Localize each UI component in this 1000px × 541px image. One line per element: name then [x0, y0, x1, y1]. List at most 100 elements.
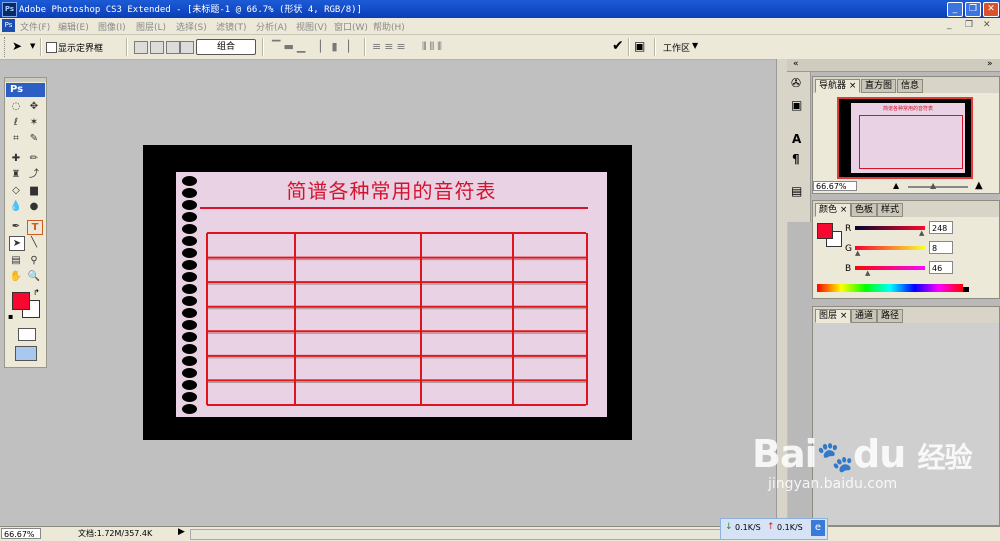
menu-view[interactable]: 视图(V) [296, 20, 327, 33]
green-slider-thumb[interactable]: ▲ [855, 249, 860, 257]
character-panel-icon[interactable]: A [792, 132, 801, 146]
navigator-preview[interactable]: 简谱各种常用的音符表 [837, 97, 973, 179]
menu-edit[interactable]: 编辑(E) [58, 20, 89, 33]
menu-file[interactable]: 文件(F) [20, 20, 50, 33]
color-spectrum-bar[interactable] [817, 284, 963, 292]
exclude-area-icon[interactable] [180, 41, 194, 54]
paragraph-panel-icon[interactable]: ¶ [792, 152, 800, 166]
zoom-tool-icon[interactable]: 🔍 [27, 270, 41, 283]
zoom-in-icon[interactable]: ▲ [975, 180, 983, 191]
tab-layers[interactable]: 图层 × [815, 309, 852, 323]
layer-comps-icon[interactable]: ▤ [791, 184, 802, 198]
layers-list[interactable] [813, 323, 999, 525]
restore-button[interactable]: ❐ [965, 2, 981, 17]
dodge-tool-icon[interactable]: ● [27, 200, 41, 213]
menu-analysis[interactable]: 分析(A) [256, 20, 287, 33]
zoom-slider-thumb[interactable]: ▲ [930, 181, 936, 190]
move-tool-icon[interactable]: ✥ [27, 100, 41, 113]
eraser-tool-icon[interactable]: ◇ [9, 184, 23, 197]
history-brush-tool-icon[interactable]: ⤴ [27, 168, 41, 181]
tool-preset-dropdown-icon[interactable]: ▼ [30, 42, 35, 50]
notes-tool-icon[interactable]: ▤ [9, 254, 23, 267]
red-value-field[interactable]: 248 [929, 221, 953, 234]
tab-swatches[interactable]: 色板 [851, 203, 878, 217]
path-select-tool-icon[interactable]: ➤ [12, 39, 22, 53]
tab-navigator[interactable]: 导航器 × [815, 79, 861, 93]
add-area-icon[interactable] [134, 41, 148, 54]
type-tool-icon[interactable]: T [27, 220, 43, 235]
workspace-button[interactable]: 工作区 [663, 41, 690, 54]
tool-presets-icon[interactable]: ▣ [791, 98, 802, 112]
lasso-tool-icon[interactable]: ℓ [9, 116, 23, 129]
pen-tool-icon[interactable]: ✒ [9, 220, 23, 233]
tab-info[interactable]: 信息 [897, 79, 924, 93]
doc-minimize-icon[interactable]: _ [947, 20, 952, 30]
align-left-icons[interactable]: ▏▮▕ [320, 40, 352, 53]
menu-select[interactable]: 选择(S) [176, 20, 207, 33]
clone-stamp-tool-icon[interactable]: ♜ [9, 168, 23, 181]
intersect-area-icon[interactable] [166, 41, 180, 54]
ie-icon[interactable]: e [811, 520, 825, 536]
workspace-dropdown-icon[interactable]: ▼ [692, 41, 698, 50]
palette-well-icon[interactable]: ▣ [634, 39, 645, 53]
gradient-tool-icon[interactable]: ▆ [27, 184, 41, 197]
line-tool-icon[interactable]: ╲ [27, 236, 41, 249]
eyedropper-tool-icon[interactable]: ⚲ [27, 254, 41, 267]
blur-tool-icon[interactable]: 💧 [9, 200, 23, 213]
blue-slider-thumb[interactable]: ▲ [865, 269, 870, 277]
tab-channels[interactable]: 通道 [851, 309, 878, 323]
zoom-out-icon[interactable]: ▲ [893, 181, 899, 190]
screen-mode-icon[interactable] [15, 346, 37, 361]
document-icon[interactable]: Ps [2, 19, 15, 32]
foreground-color-swatch[interactable] [12, 292, 30, 310]
red-slider[interactable] [855, 226, 925, 230]
healing-brush-tool-icon[interactable]: ✚ [9, 152, 23, 165]
subtract-area-icon[interactable] [150, 41, 164, 54]
expand-dock-icon[interactable]: » [987, 59, 993, 69]
minimize-button[interactable]: _ [947, 2, 963, 17]
tab-histogram[interactable]: 直方图 [861, 79, 897, 93]
crop-tool-icon[interactable]: ⌗ [9, 132, 23, 145]
show-bounds-checkbox[interactable] [46, 42, 57, 53]
status-menu-arrow-icon[interactable]: ▶ [178, 527, 185, 537]
menu-layer[interactable]: 图层(L) [136, 20, 166, 33]
hand-tool-icon[interactable]: ✋ [9, 270, 23, 283]
red-slider-thumb[interactable]: ▲ [919, 229, 924, 237]
combine-button[interactable]: 组合 [196, 39, 256, 55]
close-button[interactable]: ✕ [983, 2, 999, 17]
toolbox-ps-badge[interactable]: Ps [6, 83, 45, 97]
collapse-dock-icon[interactable]: « [793, 59, 799, 69]
toolbox-grip[interactable] [5, 78, 46, 82]
zoom-slider-track[interactable] [908, 186, 968, 188]
green-value-field[interactable]: 8 [929, 241, 953, 254]
doc-restore-icon[interactable]: ❐ [965, 20, 973, 30]
swap-colors-icon[interactable]: ↱ [33, 288, 40, 297]
black-swatch[interactable] [963, 287, 969, 292]
status-zoom-field[interactable]: 66.67% [1, 528, 41, 539]
magic-wand-tool-icon[interactable]: ✶ [27, 116, 41, 129]
quick-mask-icon[interactable] [18, 328, 36, 341]
doc-close-icon[interactable]: ✕ [983, 20, 991, 30]
brush-tool-icon[interactable]: ✏ [27, 152, 41, 165]
green-slider[interactable] [855, 246, 925, 250]
menu-filter[interactable]: 滤镜(T) [216, 20, 247, 33]
blue-value-field[interactable]: 46 [929, 261, 953, 274]
menu-image[interactable]: 图像(I) [98, 20, 126, 33]
tab-color[interactable]: 颜色 × [815, 203, 852, 217]
menu-window[interactable]: 窗口(W) [334, 20, 368, 33]
marquee-tool-icon[interactable]: ◌ [9, 100, 23, 113]
horizontal-scrollbar[interactable] [190, 529, 722, 540]
tab-styles[interactable]: 样式 [877, 203, 904, 217]
slice-tool-icon[interactable]: ✎ [27, 132, 41, 145]
commit-check-icon[interactable]: ✔ [612, 38, 624, 54]
distribute-vertical-icons[interactable]: ≡≡≡ [372, 40, 409, 53]
color-foreground-swatch[interactable] [817, 223, 833, 239]
distribute-horizontal-icons[interactable]: ⫴⫴⫴ [422, 40, 445, 54]
menu-help[interactable]: 帮助(H) [373, 20, 405, 33]
default-colors-icon[interactable]: ▪ [8, 312, 13, 321]
align-top-icons[interactable]: ▔▬▁ [272, 40, 308, 53]
navigator-zoom-field[interactable]: 66.67% [813, 181, 857, 191]
path-selection-tool-icon[interactable]: ➤ [9, 236, 25, 251]
tab-paths[interactable]: 路径 [877, 309, 904, 323]
brushes-panel-icon[interactable]: ✇ [791, 76, 801, 90]
